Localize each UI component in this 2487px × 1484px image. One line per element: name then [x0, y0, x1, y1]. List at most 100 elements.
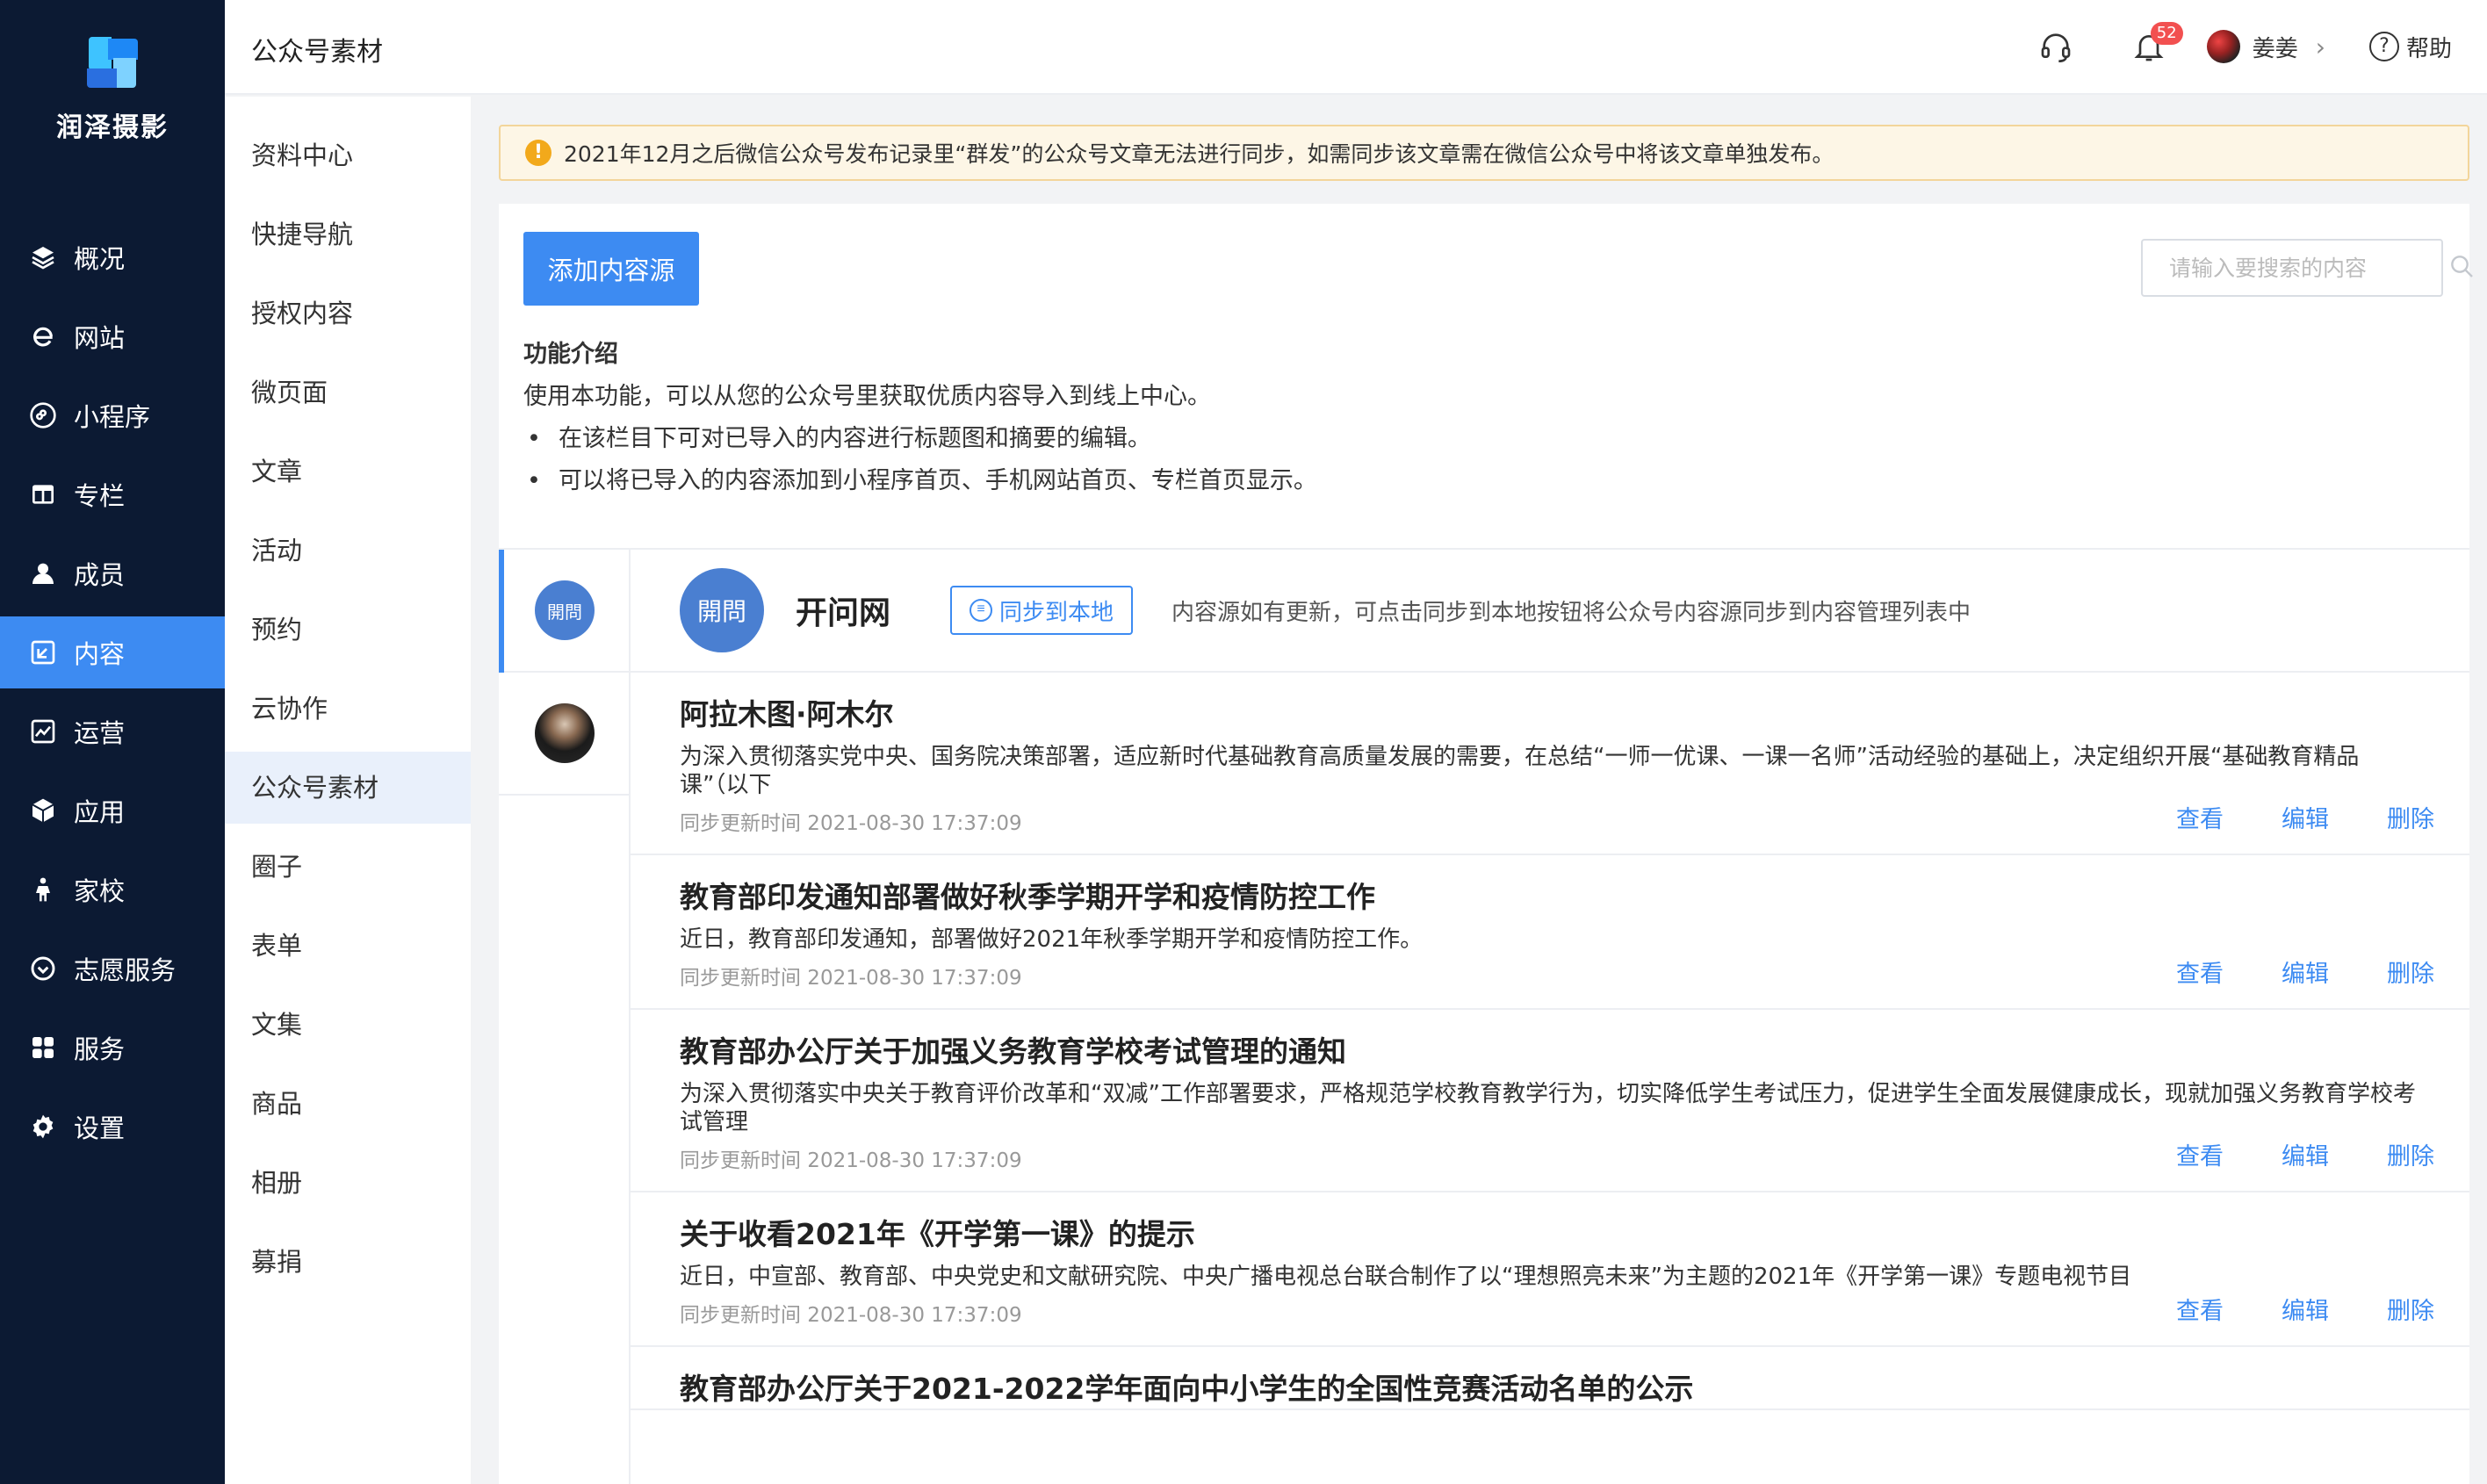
nav-item-5[interactable]: 内容: [0, 616, 225, 688]
source-header: 開問 开问网 ≡ 同步到本地 内容源如有更新，可点击同步到本地按钮将公众号内容源…: [631, 550, 2469, 673]
subnav-item-1[interactable]: 快捷导航: [225, 198, 471, 270]
subnav-item-4[interactable]: 文章: [225, 436, 471, 508]
sync-label: 同步到本地: [999, 598, 1114, 625]
subnav-item-8[interactable]: 公众号素材: [225, 752, 471, 824]
article-title[interactable]: 教育部办公厅关于2021-2022学年面向中小学生的全国性竞赛活动名单的公示: [680, 1370, 2420, 1408]
user-avatar[interactable]: [2206, 30, 2240, 63]
bell-icon[interactable]: 52: [2130, 22, 2183, 66]
view-button[interactable]: 查看: [2176, 800, 2224, 834]
browser-e-icon: [28, 321, 58, 351]
view-button[interactable]: 查看: [2176, 1292, 2224, 1326]
subnav-item-10[interactable]: 表单: [225, 910, 471, 982]
article-title[interactable]: 教育部办公厅关于加强义务教育学校考试管理的通知: [680, 1033, 2420, 1071]
article-actions: 查看 编辑 删除: [2118, 955, 2434, 989]
article-actions: 查看 编辑 删除: [2118, 800, 2434, 834]
nav-item-label: 家校: [74, 876, 126, 906]
edit-button[interactable]: 编辑: [2282, 1292, 2329, 1326]
search-input[interactable]: [2169, 255, 2447, 281]
delete-button[interactable]: 删除: [2387, 800, 2434, 834]
content-source-area: 開問 開問 开问网 ≡ 同步到本地 内容源如有更新，可点击同步到本地按钮将公众号…: [499, 548, 2469, 1484]
source-hint: 内容源如有更新，可点击同步到本地按钮将公众号内容源同步到内容管理列表中: [1171, 599, 1972, 626]
edit-button[interactable]: 编辑: [2282, 1137, 2329, 1171]
grid-apps-icon: [28, 1033, 58, 1063]
main-sidebar: 润泽摄影 概况网站小程序 专栏 成员内容运营 应用家校志愿服务服务设置: [0, 0, 225, 1484]
article-title[interactable]: 教育部印发通知部署做好秋季学期开学和疫情防控工作: [680, 878, 2420, 917]
search-icon[interactable]: [2447, 252, 2476, 284]
source-avatar-photo: [535, 703, 595, 763]
nav-item-9[interactable]: 志愿服务: [0, 933, 225, 1005]
question-icon: ?: [2368, 32, 2399, 61]
subnav-item-9[interactable]: 圈子: [225, 831, 471, 903]
page-title: 公众号素材: [251, 37, 383, 68]
subnav-item-2[interactable]: 授权内容: [225, 277, 471, 349]
header-actions: 52 姜姜 › ? 帮助: [2036, 22, 2452, 68]
article-item[interactable]: 教育部办公厅关于2021-2022学年面向中小学生的全国性竞赛活动名单的公示: [631, 1347, 2469, 1410]
nav-item-label: 服务: [74, 1034, 126, 1064]
layers-icon: [28, 242, 58, 272]
subnav-item-0[interactable]: 资料中心: [225, 119, 471, 191]
subnav-item-5[interactable]: 活动: [225, 515, 471, 587]
miniprogram-icon: [28, 400, 58, 430]
subnav-item-6[interactable]: 预约: [225, 594, 471, 666]
delete-button[interactable]: 删除: [2387, 955, 2434, 989]
chevron-right-icon[interactable]: ›: [2316, 32, 2325, 61]
headset-support-icon[interactable]: [2036, 27, 2075, 66]
article-title[interactable]: 关于收看2021年《开学第一课》的提示: [680, 1215, 2420, 1254]
sync-local-button[interactable]: ≡ 同步到本地: [950, 586, 1134, 635]
logo-icon: [82, 32, 143, 93]
top-header: 公众号素材 52 姜姜 › ? 帮助: [225, 0, 2487, 95]
subnav-item-14[interactable]: 募捐: [225, 1226, 471, 1298]
nav-item-label: 内容: [74, 639, 126, 669]
source-tab-list: 開問: [499, 550, 631, 1484]
article-desc: 近日，中宣部、教育部、中央党史和文献研究院、中央广播电视总台联合制作了以“理想照…: [680, 1264, 2132, 1290]
edit-button[interactable]: 编辑: [2282, 800, 2329, 834]
edit-button[interactable]: 编辑: [2282, 955, 2329, 989]
article-item[interactable]: 关于收看2021年《开学第一课》的提示近日，中宣部、教育部、中央党史和文献研究院…: [631, 1192, 2469, 1347]
article-desc: 近日，教育部印发通知，部署做好2021年秋季学期开学和疫情防控工作。: [680, 926, 1424, 953]
subnav-item-12[interactable]: 商品: [225, 1068, 471, 1140]
delete-button[interactable]: 删除: [2387, 1137, 2434, 1171]
article-list: 阿拉木图·阿木尔为深入贯彻落实党中央、国务院决策部署，适应新时代基础教育高质量发…: [631, 673, 2469, 1410]
nav-item-8[interactable]: 家校: [0, 854, 225, 926]
gear-icon: [28, 1112, 58, 1142]
user-name[interactable]: 姜姜: [2253, 31, 2298, 63]
article-item[interactable]: 阿拉木图·阿木尔为深入贯彻落实党中央、国务院决策部署，适应新时代基础教育高质量发…: [631, 673, 2469, 855]
article-item[interactable]: 教育部印发通知部署做好秋季学期开学和疫情防控工作近日，教育部印发通知，部署做好2…: [631, 855, 2469, 1010]
nav-item-10[interactable]: 服务: [0, 1012, 225, 1084]
help-link[interactable]: ? 帮助: [2368, 31, 2452, 63]
nav-item-7[interactable]: 应用: [0, 774, 225, 846]
view-button[interactable]: 查看: [2176, 1137, 2224, 1171]
nav-item-label: 志愿服务: [74, 955, 177, 985]
subnav-item-7[interactable]: 云协作: [225, 673, 471, 745]
nav-item-6[interactable]: 运营: [0, 695, 225, 767]
nav-item-11[interactable]: 设置: [0, 1091, 225, 1163]
delete-button[interactable]: 删除: [2387, 1292, 2434, 1326]
main-nav-list: 概况网站小程序 专栏 成员内容运营 应用家校志愿服务服务设置: [0, 221, 225, 1170]
notification-badge: 52: [2150, 22, 2183, 45]
source-tab-kaiwen[interactable]: 開問: [499, 550, 631, 673]
view-button[interactable]: 查看: [2176, 955, 2224, 989]
nav-item-label: 网站: [74, 323, 126, 353]
article-item[interactable]: 教育部办公厅关于加强义务教育学校考试管理的通知 为深入贯彻落实中央关于教育评价改革…: [631, 1010, 2469, 1192]
brand-logo[interactable]: 润泽摄影: [0, 32, 225, 144]
nav-item-2[interactable]: 小程序: [0, 379, 225, 451]
main-card: 添加内容源 功能介绍 使用本功能，可以从您的公众号里获取优质内容导入到线上中心。…: [499, 204, 2473, 1484]
sync-icon: ≡: [970, 599, 993, 622]
intro-bullet: 在该栏目下可对已导入的内容进行标题图和摘要的编辑。: [523, 418, 1317, 460]
subnav-item-11[interactable]: 文集: [225, 989, 471, 1061]
subnav-item-3[interactable]: 微页面: [225, 357, 471, 429]
secondary-sidebar: 资料中心 快捷导航 授权内容微页面 文章 活动 预约 云协作 公众号素材 圈子 表单 文集 商品 相册募…: [225, 97, 471, 1484]
nav-item-3[interactable]: 专栏: [0, 458, 225, 530]
nav-item-1[interactable]: 网站: [0, 300, 225, 372]
article-title[interactable]: 阿拉木图·阿木尔: [680, 695, 2420, 734]
box-icon: [28, 796, 58, 825]
source-tab-second[interactable]: [499, 673, 631, 796]
subnav-item-13[interactable]: 相册: [225, 1147, 471, 1219]
nav-item-label: 设置: [74, 1113, 126, 1143]
source-big-avatar: 開問: [680, 568, 764, 652]
add-source-button[interactable]: 添加内容源: [523, 232, 699, 306]
article-desc: 为深入贯彻落实党中央、国务院决策部署，适应新时代基础教育高质量发展的需要，在总结…: [680, 744, 2360, 798]
nav-item-4[interactable]: 成员: [0, 537, 225, 609]
nav-item-0[interactable]: 概况: [0, 221, 225, 293]
intro-text: 使用本功能，可以从您的公众号里获取优质内容导入到线上中心。: [523, 383, 1211, 410]
